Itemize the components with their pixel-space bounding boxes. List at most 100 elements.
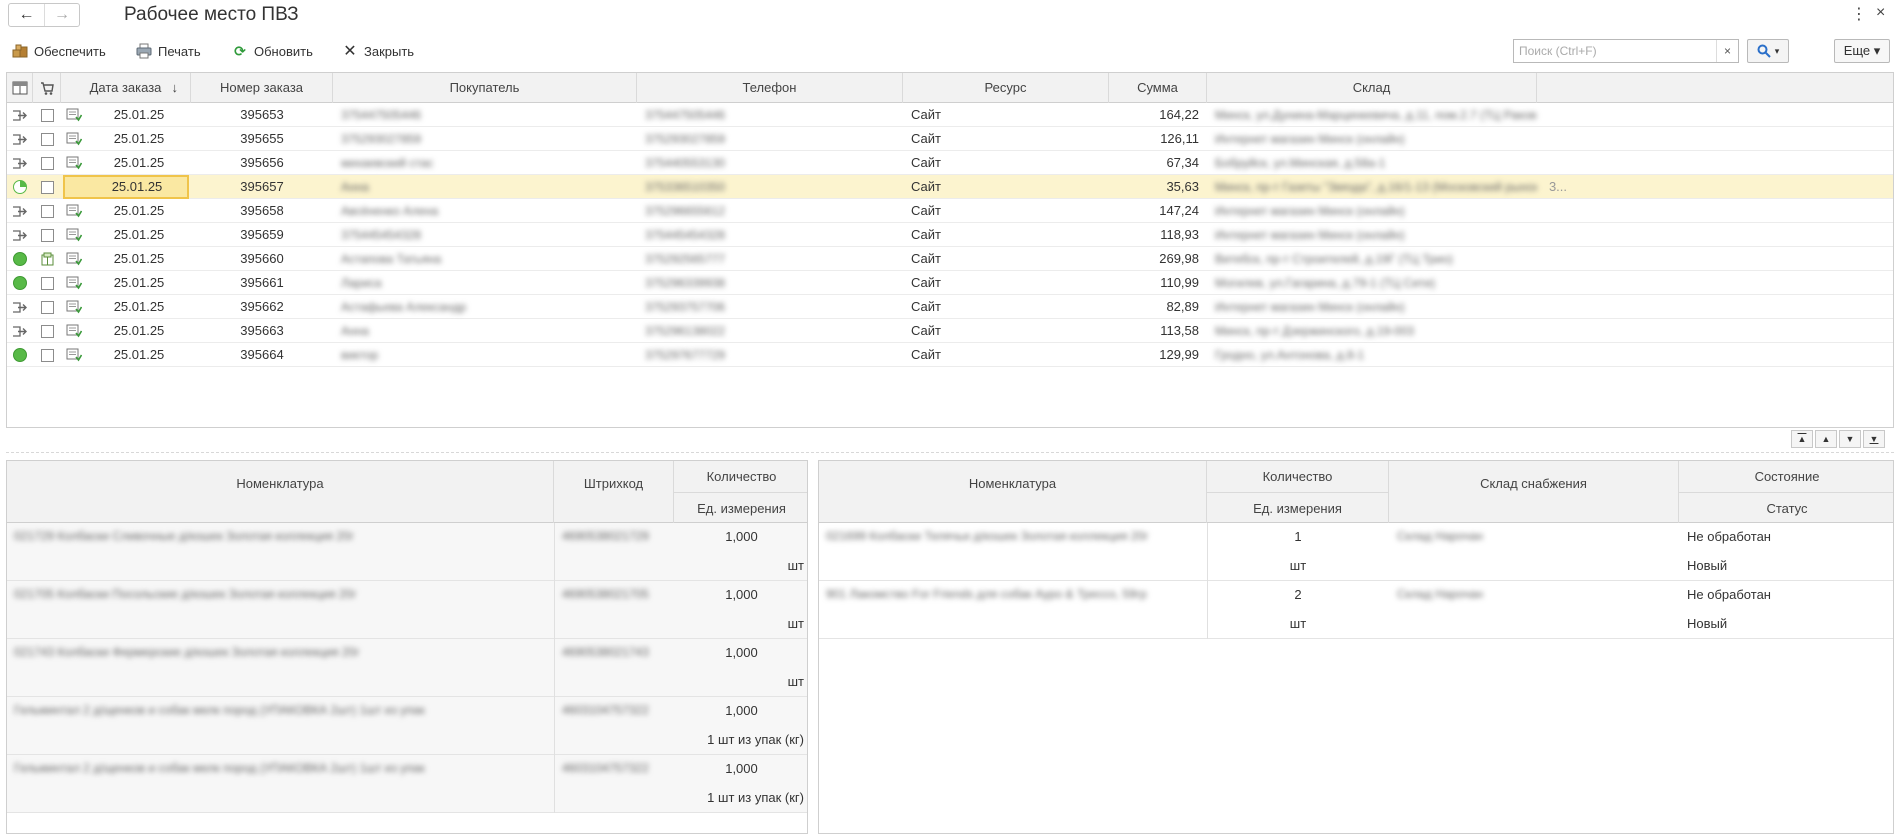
more-vertical-icon[interactable]: ⋮ bbox=[1851, 4, 1867, 24]
search-input[interactable] bbox=[1514, 40, 1712, 62]
supply-header-status[interactable]: Статус bbox=[1679, 492, 1893, 523]
order-number: 395661 bbox=[240, 275, 284, 290]
order-row[interactable]: 25.01.25 395664 виктор 375297677729 Сайт 129,… bbox=[7, 343, 1893, 367]
goods-name: 021729 Колбаски Сливочные д/кошек Золота… bbox=[14, 529, 355, 543]
splitter[interactable] bbox=[6, 452, 1894, 453]
issued-package-icon[interactable] bbox=[41, 252, 54, 266]
search-button[interactable]: ▾ bbox=[1747, 39, 1789, 63]
row-checkbox[interactable] bbox=[40, 108, 54, 122]
status-arrow-icon bbox=[12, 229, 28, 242]
goods-header-unit[interactable]: Ед. измерения bbox=[674, 492, 807, 523]
supply-header-state[interactable]: Состояние bbox=[1679, 461, 1893, 492]
supply-header-unit[interactable]: Ед. измерения bbox=[1207, 492, 1389, 523]
row-checkbox[interactable] bbox=[40, 348, 54, 362]
row-checkbox[interactable] bbox=[40, 156, 54, 170]
supply-header-nomenclature[interactable]: Номенклатура bbox=[819, 461, 1207, 523]
order-row[interactable]: 25.01.25 395656 михаевский стас 37544055313… bbox=[7, 151, 1893, 175]
goods-quantity: 1,000 bbox=[725, 529, 758, 544]
header-sum[interactable]: Сумма bbox=[1109, 73, 1207, 103]
order-row[interactable]: 25.01.25 395653 375447505446 375447505446 Са… bbox=[7, 103, 1893, 127]
header-customer[interactable]: Покупатель bbox=[333, 73, 637, 103]
goods-row[interactable]: Гельминтал 2 д/щенков и собак мелк пород… bbox=[7, 697, 807, 755]
search-clear-icon[interactable]: × bbox=[1716, 40, 1738, 62]
supply-name: 901 Лакомство For Friends для собак Ауро… bbox=[826, 587, 1147, 601]
header-warehouse[interactable]: Склад bbox=[1207, 73, 1537, 103]
order-warehouse: Минск, ул.Дунина-Марцинкевича, д.11, пом… bbox=[1215, 108, 1537, 122]
order-warehouse: Интернет магазин Минск (онлайн) bbox=[1215, 132, 1405, 146]
header-order-number[interactable]: Номер заказа bbox=[191, 73, 333, 103]
order-row[interactable]: 25.01.25 395663 Анна 375296138022 Сайт 113,58… bbox=[7, 319, 1893, 343]
print-button[interactable]: Печать bbox=[136, 40, 201, 62]
boxes-icon bbox=[12, 43, 28, 59]
order-date: 25.01.25 bbox=[113, 275, 165, 290]
goods-row[interactable]: Гельминтал 2 д/щенков и собак мелк пород… bbox=[7, 755, 807, 813]
orders-table: Дата заказа ↓ Номер заказа Покупатель Те… bbox=[6, 72, 1894, 428]
row-checkbox[interactable] bbox=[40, 228, 54, 242]
provide-button[interactable]: Обеспечить bbox=[12, 40, 106, 62]
refresh-icon: ⟳ bbox=[234, 42, 246, 59]
next-row-icon[interactable]: ▼ bbox=[1839, 430, 1861, 448]
row-checkbox[interactable] bbox=[40, 132, 54, 146]
order-row[interactable]: 25.01.25 395662 Астафьева Александр 3752937… bbox=[7, 295, 1893, 319]
row-checkbox[interactable] bbox=[40, 324, 54, 338]
supply-quantity: 1 bbox=[1294, 529, 1302, 544]
document-check-icon bbox=[61, 271, 87, 295]
goods-header-quantity[interactable]: Количество bbox=[674, 461, 807, 492]
order-warehouse: Витебск, пр-т Строителей, д.19Г (ТЦ Трио… bbox=[1215, 252, 1453, 266]
last-row-icon[interactable]: ▼ bbox=[1863, 430, 1885, 448]
refresh-button[interactable]: ⟳ Обновить bbox=[232, 40, 313, 62]
close-window-icon[interactable]: × bbox=[1876, 4, 1885, 22]
first-row-icon[interactable]: ▲ bbox=[1791, 430, 1813, 448]
goods-row[interactable]: 021705 Колбаски Посольские д/кошек Золот… bbox=[7, 581, 807, 639]
goods-quantity: 1,000 bbox=[725, 645, 758, 660]
order-sum: 67,34 bbox=[1166, 155, 1199, 170]
header-resource[interactable]: Ресурс bbox=[903, 73, 1109, 103]
status-arrow-icon bbox=[12, 325, 28, 338]
forward-button[interactable]: → bbox=[43, 4, 79, 26]
prev-row-icon[interactable]: ▲ bbox=[1815, 430, 1837, 448]
header-cart-icon[interactable] bbox=[33, 73, 61, 103]
supply-header-warehouse[interactable]: Склад снабжения bbox=[1389, 461, 1679, 523]
order-row[interactable]: 25.01.25 395659 375445454328 375445454328 Са… bbox=[7, 223, 1893, 247]
status-arrow-icon bbox=[12, 109, 28, 122]
goods-header-nomenclature[interactable]: Номенклатура bbox=[7, 461, 554, 523]
order-date: 25.01.25 bbox=[113, 323, 165, 338]
supply-row[interactable]: 901 Лакомство For Friends для собак Ауро… bbox=[819, 581, 1893, 639]
header-phone[interactable]: Телефон bbox=[637, 73, 903, 103]
goods-table: Номенклатура Штрихкод Количество Ед. изм… bbox=[6, 460, 808, 834]
more-button[interactable]: Еще ▾ bbox=[1834, 39, 1890, 63]
order-row[interactable]: 25.01.25 395657 Анна 375336510350 Сайт 35,63 М… bbox=[7, 175, 1893, 199]
order-date: 25.01.25 bbox=[113, 131, 165, 146]
order-date: 25.01.25 bbox=[113, 347, 165, 362]
header-status-icon[interactable] bbox=[7, 73, 33, 103]
row-checkbox[interactable] bbox=[40, 180, 54, 194]
goods-row[interactable]: 021729 Колбаски Сливочные д/кошек Золота… bbox=[7, 523, 807, 581]
status-arrow-icon bbox=[12, 301, 28, 314]
supply-header-quantity[interactable]: Количество bbox=[1207, 461, 1389, 492]
status-progress-icon bbox=[13, 180, 27, 194]
goods-row[interactable]: 021743 Колбаски Фермерские д/кошек Золот… bbox=[7, 639, 807, 697]
supply-row[interactable]: 021699 Колбаски Телячьи д/кошек Золотая … bbox=[819, 523, 1893, 581]
order-row[interactable]: 25.01.25 395658 Авсёненко Алена 37529665561… bbox=[7, 199, 1893, 223]
supply-header: Номенклатура Количество Ед. измерения Ск… bbox=[819, 461, 1893, 523]
order-row[interactable]: 25.01.25 395655 375293027859 375293027859 Са… bbox=[7, 127, 1893, 151]
close-button[interactable]: ✕ Закрыть bbox=[342, 40, 414, 62]
row-checkbox[interactable] bbox=[40, 300, 54, 314]
row-checkbox[interactable] bbox=[40, 276, 54, 290]
close-label: Закрыть bbox=[364, 43, 415, 59]
supply-warehouse: Склад Нарочан bbox=[1397, 587, 1484, 601]
goods-barcode: 4690538021743 bbox=[562, 645, 649, 659]
goods-header-barcode[interactable]: Штрихкод bbox=[554, 461, 674, 523]
header-order-date[interactable]: Дата заказа ↓ bbox=[61, 73, 191, 103]
supply-unit: шт bbox=[1289, 616, 1307, 631]
supply-quantity: 2 bbox=[1294, 587, 1302, 602]
customer-name: Астафьева Александр bbox=[341, 300, 467, 314]
order-row[interactable]: 25.01.25 395660 Астапова Татьяна 3752925657… bbox=[7, 247, 1893, 271]
toolbar: Обеспечить Печать ⟳ Обновить ✕ Закрыть ×… bbox=[0, 36, 1894, 66]
order-warehouse: Могилев, ул.Гагарина, д.79-1 (ТЦ Сити) bbox=[1215, 276, 1436, 290]
back-button[interactable]: ← bbox=[9, 4, 44, 26]
print-label: Печать bbox=[158, 43, 201, 59]
row-checkbox[interactable] bbox=[40, 204, 54, 218]
order-row[interactable]: 25.01.25 395661 Лариса 375296339938 Сайт 110,… bbox=[7, 271, 1893, 295]
order-number: 395656 bbox=[240, 155, 284, 170]
